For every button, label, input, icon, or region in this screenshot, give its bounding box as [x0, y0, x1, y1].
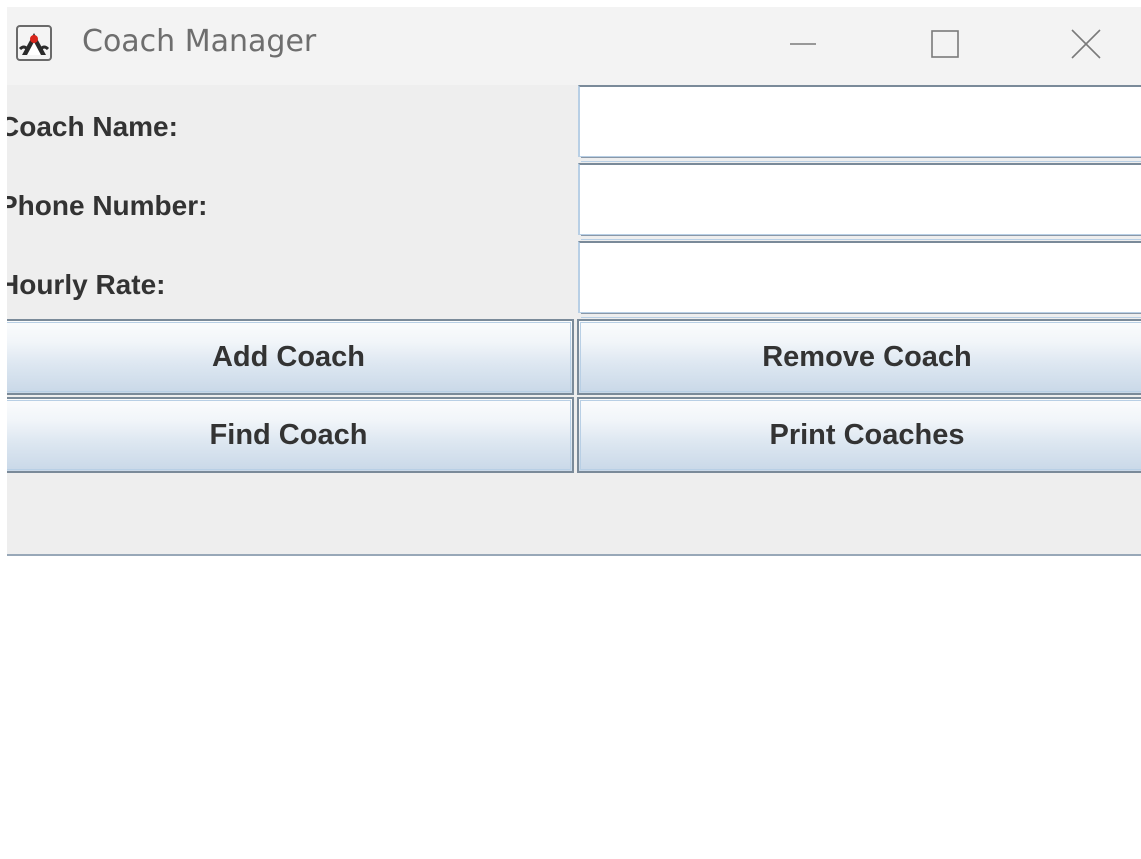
- window-title: Coach Manager: [82, 24, 317, 59]
- maximize-button[interactable]: [922, 21, 968, 67]
- close-button[interactable]: [1063, 21, 1109, 67]
- coach-name-underline: [581, 157, 1141, 162]
- minimize-button[interactable]: [780, 21, 826, 67]
- minimize-icon: [790, 43, 816, 45]
- title-bar[interactable]: Coach Manager: [7, 7, 1141, 85]
- hourly-rate-label: Hourly Rate:: [7, 269, 166, 300]
- find-coach-button[interactable]: Find Coach: [7, 397, 574, 473]
- hourly-rate-underline: [581, 313, 1141, 318]
- hourly-rate-input[interactable]: [578, 241, 1141, 313]
- remove-coach-button[interactable]: Remove Coach: [577, 319, 1141, 395]
- phone-number-label: Phone Number:: [7, 190, 208, 221]
- add-coach-button[interactable]: Add Coach: [7, 319, 574, 395]
- close-icon: [1071, 29, 1101, 59]
- print-coaches-button[interactable]: Print Coaches: [577, 397, 1141, 473]
- status-area: [7, 475, 1141, 556]
- coach-name-input[interactable]: [578, 85, 1141, 157]
- form-panel: Coach Name: Phone Number: Hourly Rate: A…: [7, 85, 1141, 556]
- java-duke-icon: [16, 25, 52, 61]
- maximize-icon: [931, 30, 959, 58]
- phone-number-underline: [581, 235, 1141, 240]
- coach-manager-window: Coach Manager Coach Name: Phone Number: …: [7, 7, 1141, 556]
- coach-name-label: Coach Name:: [7, 111, 178, 142]
- phone-number-input[interactable]: [578, 163, 1141, 235]
